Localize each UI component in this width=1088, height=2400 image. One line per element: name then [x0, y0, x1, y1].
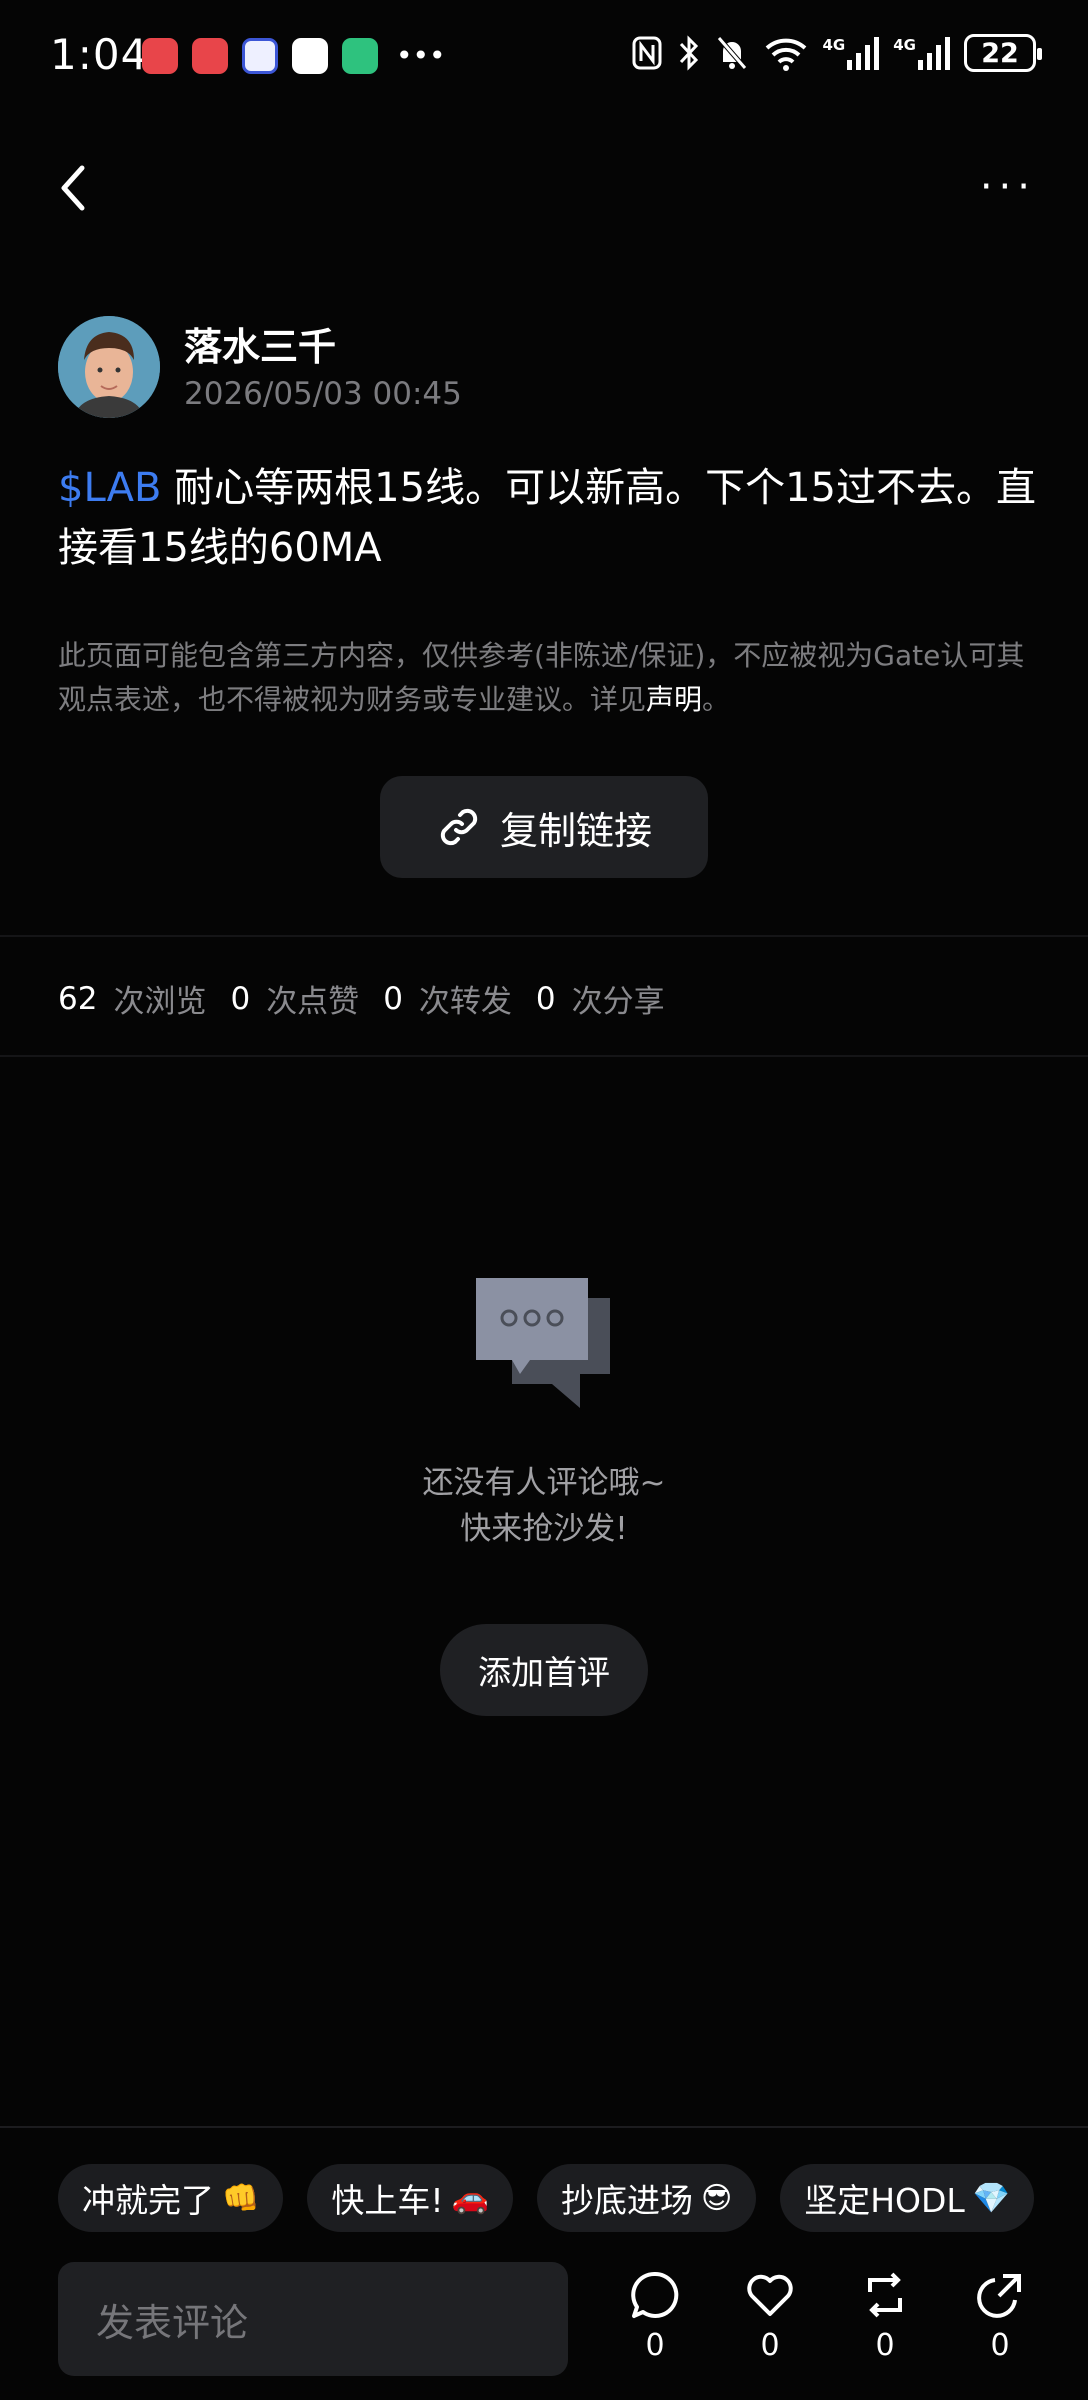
share-action[interactable]: 0	[965, 2270, 1035, 2363]
chip-label: 快上车!	[331, 2181, 444, 2220]
car-emoji-icon: 🚗	[451, 2180, 489, 2216]
battery-icon: 22	[964, 34, 1042, 72]
heart-icon	[747, 2274, 793, 2316]
empty-line-1: 还没有人评论哦~	[422, 1465, 666, 1501]
signal-2: 4G	[893, 36, 950, 70]
qq-app-icon	[292, 38, 328, 74]
like-action[interactable]: 0	[735, 2270, 805, 2363]
huawei-app-icon	[192, 38, 228, 74]
chat-bubbles-icon	[476, 1278, 610, 1408]
ticker-link[interactable]: $LAB	[58, 465, 161, 511]
shares-label: 次分享	[571, 984, 665, 1020]
more-options-icon[interactable]: ···	[980, 167, 1036, 207]
gem-emoji-icon: 💎	[972, 2180, 1011, 2216]
comment-count: 0	[645, 2328, 665, 2363]
cell-signal-icon	[847, 37, 880, 70]
reposts-label: 次转发	[418, 984, 512, 1020]
comment-icon	[631, 2271, 679, 2318]
tieba-app-icon	[242, 38, 278, 74]
signal-1: 4G	[823, 36, 880, 70]
add-first-comment-button[interactable]: 添加首评	[440, 1624, 648, 1716]
post-text: 耐心等两根15线。可以新高。下个15过不去。直接看15线的60MA	[58, 465, 1036, 571]
share-icon	[977, 2274, 1021, 2318]
views-label: 次浏览	[113, 984, 207, 1020]
wifi-icon	[765, 38, 806, 71]
green-app-icon	[342, 38, 378, 74]
fist-emoji-icon: 👊	[222, 2180, 260, 2216]
more-notifications-icon: •••	[396, 39, 446, 72]
disclaimer: 此页面可能包含第三方内容，仅供参考(非陈述/保证)，不应被视为Gate认可其观点…	[58, 634, 1038, 722]
huawei-app-icon	[142, 38, 178, 74]
network-type-label: 4G	[893, 36, 916, 54]
quick-reply-chips: 冲就完了 👊 快上车! 🚗 抄底进场 😎 坚定HODL 💎	[58, 2164, 1035, 2232]
avatar-portrait-icon	[58, 316, 160, 418]
empty-line-2: 快来抢沙发!	[460, 1511, 628, 1547]
bluetooth-icon	[679, 35, 698, 71]
author-name[interactable]: 落水三千	[184, 316, 336, 371]
link-icon	[440, 808, 478, 846]
likes-label: 次点赞	[266, 984, 360, 1020]
divider	[0, 1055, 1088, 1057]
quick-reply-chip[interactable]: 坚定HODL 💎	[780, 2164, 1035, 2232]
comment-input[interactable]: 发表评论	[58, 2262, 568, 2376]
quick-reply-chip[interactable]: 快上车! 🚗	[307, 2164, 513, 2232]
network-type-label: 4G	[822, 36, 846, 54]
post-timestamp: 2026/05/03 00:45	[184, 376, 462, 412]
sunglasses-emoji-icon: 😎	[700, 2180, 733, 2216]
reposts-count: 0	[383, 980, 403, 1017]
nfc-icon	[632, 36, 661, 70]
copy-link-label: 复制链接	[499, 808, 652, 853]
cell-signal-icon	[918, 37, 950, 70]
repost-icon	[868, 2272, 902, 2318]
notification-icons: •••	[142, 38, 446, 74]
post-stats: 62 次浏览 0 次点赞 0 次转发 0 次分享	[58, 976, 689, 1021]
system-status-icons: 4G 4G 22	[631, 34, 1042, 72]
repost-action[interactable]: 0	[850, 2270, 920, 2363]
battery-level: 22	[981, 37, 1019, 69]
mute-bell-icon	[716, 36, 747, 70]
share-count: 0	[990, 2328, 1010, 2363]
likes-count: 0	[230, 980, 251, 1017]
post-content: $LAB 耐心等两根15线。可以新高。下个15过不去。直接看15线的60MA	[58, 458, 1038, 578]
status-bar: 1:04 ••• 4G 4G 22	[0, 0, 1088, 110]
copy-link-button[interactable]: 复制链接	[380, 776, 708, 878]
like-count: 0	[760, 2328, 780, 2363]
empty-comments-message: 还没有人评论哦~ 快来抢沙发!	[0, 1460, 1088, 1552]
chip-label: 冲就完了	[82, 2181, 214, 2220]
status-time: 1:04	[50, 30, 149, 79]
back-arrow-icon[interactable]	[52, 160, 96, 216]
chip-label: 坚定HODL	[804, 2181, 965, 2220]
quick-reply-chip[interactable]: 抄底进场 😎	[536, 2164, 757, 2232]
quick-reply-chip[interactable]: 冲就完了 👊	[58, 2164, 284, 2232]
divider	[0, 935, 1088, 937]
disclaimer-text: 此页面可能包含第三方内容，仅供参考(非陈述/保证)，不应被视为Gate认可其观点…	[58, 639, 1025, 716]
chip-label: 抄底进场	[560, 2181, 693, 2220]
avatar[interactable]	[58, 316, 160, 418]
divider	[0, 2126, 1088, 2128]
repost-count: 0	[875, 2328, 895, 2363]
shares-count: 0	[535, 980, 556, 1017]
comment-action[interactable]: 0	[620, 2270, 690, 2363]
views-count: 62	[58, 980, 98, 1017]
disclaimer-link[interactable]: 声明	[646, 683, 702, 716]
disclaimer-suffix: 。	[702, 683, 731, 716]
